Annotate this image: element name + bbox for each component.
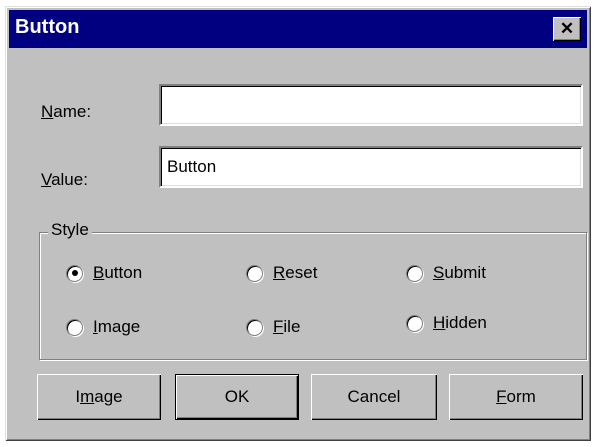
radio-hidden-style[interactable]: Hidden — [406, 313, 487, 333]
close-icon: ✕ — [559, 19, 575, 38]
close-button[interactable]: ✕ — [553, 17, 581, 41]
radio-circle — [406, 264, 423, 282]
button-dialog: Button ✕ Name: Value: Style Button Reset… — [5, 6, 591, 441]
ok-button-label: OK — [224, 387, 250, 406]
radio-label: Image — [93, 317, 141, 336]
form-button[interactable]: Form — [449, 374, 583, 420]
radio-circle — [246, 318, 263, 336]
name-label: Name: — [41, 102, 92, 121]
radio-circle — [406, 314, 423, 332]
style-groupbox: Style Button Reset Submit Image File Hid… — [39, 220, 587, 360]
radio-label: Button — [93, 263, 143, 282]
radio-circle — [246, 264, 263, 282]
radio-submit-style[interactable]: Submit — [406, 263, 486, 283]
radio-reset-style[interactable]: Reset — [246, 263, 317, 283]
radio-selected-dot — [71, 270, 78, 276]
cancel-button-label: Cancel — [347, 387, 401, 406]
radio-file-style[interactable]: File — [246, 317, 300, 337]
radio-circle — [66, 318, 83, 336]
style-legend: Style — [48, 220, 92, 240]
radio-label: File — [273, 317, 301, 336]
value-label: Value: — [41, 170, 88, 189]
radio-image-style[interactable]: Image — [66, 317, 140, 337]
radio-label: Submit — [433, 263, 486, 282]
name-input[interactable] — [159, 84, 583, 126]
radio-label: Hidden — [433, 313, 487, 332]
image-button[interactable]: Image — [37, 374, 161, 420]
cancel-button[interactable]: Cancel — [311, 374, 437, 420]
image-button-label: Image — [75, 387, 123, 406]
ok-button[interactable]: OK — [175, 374, 299, 420]
title-bar[interactable]: Button ✕ — [9, 10, 587, 48]
radio-circle — [66, 264, 83, 282]
radio-button-style[interactable]: Button — [66, 263, 142, 283]
value-input[interactable] — [159, 146, 583, 188]
dialog-title: Button — [15, 16, 80, 38]
radio-label: Reset — [273, 263, 318, 282]
form-button-label: Form — [496, 387, 536, 406]
